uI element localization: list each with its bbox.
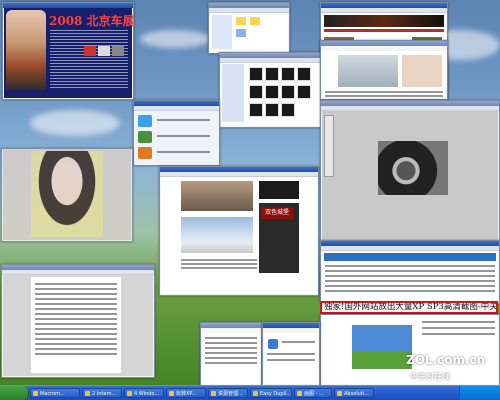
window-content (322, 111, 498, 240)
window-titlebar[interactable] (321, 41, 447, 46)
portrait-photo (31, 151, 103, 237)
window-content (322, 251, 498, 302)
start-button[interactable] (0, 386, 29, 400)
taskbar-item[interactable]: 画图 - ... (294, 388, 332, 398)
watermark-site: ZOL.com.cn (406, 353, 486, 367)
window-news-site[interactable] (320, 240, 500, 304)
xp-screenshot-image (352, 325, 412, 369)
taskbar-item[interactable]: 2 Intern... (82, 388, 122, 398)
system-tray[interactable] (459, 386, 500, 400)
tool-palette (324, 115, 334, 177)
window-content (210, 13, 288, 52)
window-content: 双色城堡 (161, 177, 317, 294)
window-control-panel[interactable] (133, 100, 220, 166)
canvas-image (378, 141, 448, 195)
window-photo-viewer-faded[interactable] (1, 148, 133, 242)
web-photo (181, 217, 253, 253)
window-browser-aviation[interactable]: 双色城堡 (159, 166, 319, 296)
article-headline-bar[interactable]: 独家!国外网站放出大量XP SP3高清截图-中关村在线-... (320, 301, 498, 314)
magazine-text-block (50, 30, 128, 90)
model-photo (6, 10, 46, 90)
watermark-brand: 中关村在线 (410, 372, 450, 381)
taskbar-item[interactable]: 玩转XP... (166, 388, 206, 398)
window-word-processor[interactable] (1, 264, 155, 378)
cloud (30, 110, 120, 136)
window-dialog[interactable] (262, 322, 320, 386)
magazine-page: 2008 北京车展 (4, 8, 134, 98)
window-content (322, 51, 446, 98)
taskbar-item[interactable]: Macrom... (30, 388, 80, 398)
window-file-list[interactable] (200, 322, 262, 386)
magazine-thumb (112, 46, 124, 56)
taskbar-item[interactable]: 4 Windo... (124, 388, 164, 398)
web-photo (181, 181, 253, 211)
magazine-headline: 2008 北京车展 (49, 14, 134, 28)
window-explorer-small[interactable] (208, 2, 290, 54)
web-banner (324, 15, 444, 27)
window-content (264, 333, 318, 384)
cloud (140, 30, 210, 48)
taskbar-item[interactable]: 资源管理... (208, 388, 248, 398)
window-web-airshow[interactable] (320, 40, 448, 100)
taskbar: Macrom... 2 Intern... 4 Windo... 玩转XP...… (0, 385, 500, 400)
document-page (3, 275, 153, 376)
taskbar-item[interactable]: Absoluti... (334, 388, 374, 398)
window-content (3, 149, 131, 240)
magazine-thumb (98, 46, 110, 56)
taskbar-item[interactable]: Easy Dupli... (250, 388, 292, 398)
window-titlebar[interactable] (263, 323, 319, 328)
web-popup: 双色城堡 (261, 207, 293, 219)
web-photo (338, 55, 398, 87)
window-titlebar[interactable] (201, 323, 261, 328)
window-image-editor[interactable] (320, 100, 500, 242)
window-magazine-viewer[interactable]: 2008 北京车展 (2, 2, 134, 100)
window-thumbnail-browser[interactable] (219, 52, 321, 128)
window-content (135, 111, 218, 164)
window-content (202, 333, 260, 384)
magazine-thumb (84, 46, 96, 56)
window-content (221, 63, 319, 126)
